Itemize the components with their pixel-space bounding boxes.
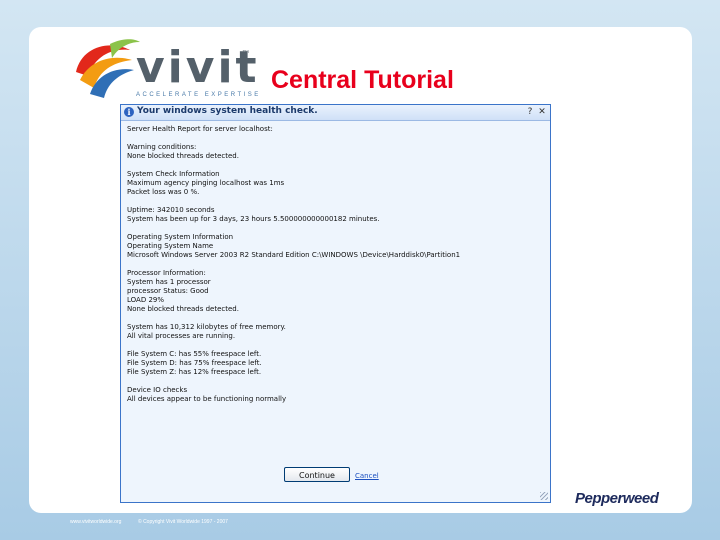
- report-line: Operating System Name: [127, 242, 214, 250]
- report-blank-line: [127, 197, 519, 206]
- close-button[interactable]: ✕: [537, 107, 547, 117]
- report-line: processor Status: Good: [127, 287, 209, 295]
- dialog-client-area: Server Health Report for server localhos…: [121, 121, 550, 502]
- report-line: Device IO checks: [127, 386, 188, 394]
- report-line: Operating System Information: [127, 233, 234, 241]
- report-line: System has 1 processor: [127, 278, 211, 286]
- report-line: None blocked threads detected.: [127, 152, 239, 160]
- report-line: All devices appear to be functioning nor…: [127, 395, 287, 403]
- continue-button[interactable]: Continue: [284, 467, 350, 482]
- report-line: Packet loss was 0 %.: [127, 188, 200, 196]
- resize-grip-icon[interactable]: [540, 492, 548, 500]
- report-line: All vital processes are running.: [127, 332, 236, 340]
- slide-title: Central Tutorial: [271, 66, 454, 94]
- report-line: System Check Information: [127, 170, 220, 178]
- info-icon: i: [124, 107, 134, 117]
- health-check-dialog: i Your windows system health check. ? ✕ …: [120, 104, 551, 503]
- report-line: File System C: has 55% freespace left.: [127, 350, 262, 358]
- footer-url: www.vivitworldwide.org: [70, 519, 122, 525]
- report-blank-line: [127, 134, 519, 143]
- report-line: None blocked threads detected.: [127, 305, 239, 313]
- report-blank-line: [127, 314, 519, 323]
- report-line: Processor Information:: [127, 269, 206, 277]
- report-blank-line: [127, 260, 519, 269]
- report-blank-line: [127, 377, 519, 386]
- pepperweed-logo: Pepperweed: [575, 490, 659, 507]
- dialog-title: Your windows system health check.: [137, 106, 318, 116]
- cancel-link[interactable]: Cancel: [355, 472, 379, 480]
- report-blank-line: [127, 341, 519, 350]
- report-line: Server Health Report for server localhos…: [127, 125, 273, 133]
- report-line: Uptime: 342010 seconds: [127, 206, 215, 214]
- report-line: LOAD 29%: [127, 296, 164, 304]
- report-line: System has been up for 3 days, 23 hours …: [127, 215, 380, 223]
- dialog-titlebar[interactable]: i Your windows system health check. ? ✕: [121, 105, 550, 121]
- report-blank-line: [127, 161, 519, 170]
- trademark-mark: ™: [242, 50, 249, 57]
- report-line: Microsoft Windows Server 2003 R2 Standar…: [127, 251, 461, 259]
- report-line: File System Z: has 12% freespace left.: [127, 368, 262, 376]
- help-button[interactable]: ?: [525, 107, 535, 117]
- report-line: Maximum agency pinging localhost was 1ms: [127, 179, 285, 187]
- report-blank-line: [127, 224, 519, 233]
- health-report-text: Server Health Report for server localhos…: [127, 125, 519, 485]
- footer-copyright: © Copyright Vivit Worldwide 1997 - 2007: [138, 519, 228, 525]
- report-line: Warning conditions:: [127, 143, 197, 151]
- report-line: System has 10,312 kilobytes of free memo…: [127, 323, 286, 331]
- logo-tagline: ACCELERATE EXPERTISE: [136, 92, 261, 98]
- report-line: File System D: has 75% freespace left.: [127, 359, 262, 367]
